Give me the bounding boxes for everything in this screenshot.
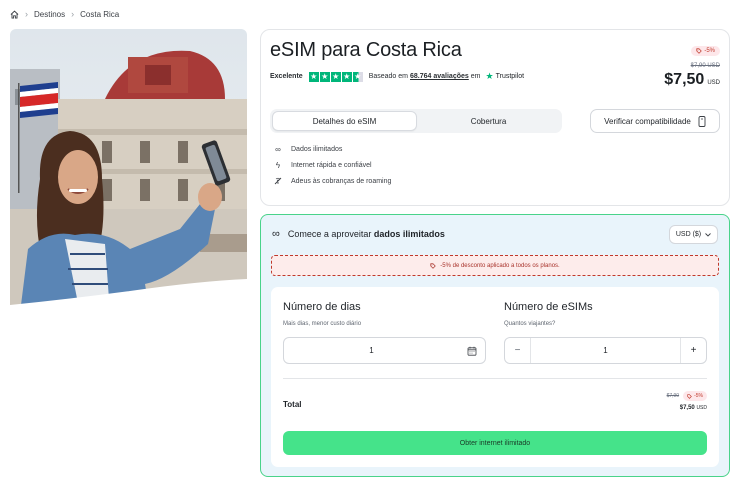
esims-hint: Quantos viajantes?: [504, 321, 556, 327]
rating-label: Excelente: [270, 73, 303, 80]
discount-badge: -5%: [691, 46, 720, 56]
feature-text: Dados ilimitados: [291, 145, 343, 153]
infinity-icon: ∞: [272, 228, 280, 240]
review-prefix: Baseado em: [368, 73, 408, 80]
trustpilot-logo[interactable]: ★ Trustpilot: [486, 71, 525, 82]
breadcrumb: › Destinos › Costa Rica: [10, 8, 119, 20]
breadcrumb-item-current: Costa Rica: [80, 9, 120, 19]
total-discount-text: -5%: [694, 393, 703, 399]
total-price-amount: $7,50: [679, 405, 695, 411]
infinity-icon: ∞: [275, 144, 281, 154]
esims-label: Número de eSIMs: [504, 301, 593, 313]
days-input[interactable]: 1: [283, 337, 486, 364]
rating-row: Excelente ★ ★ ★ ★ ★ Baseado em 68.764 av…: [270, 71, 524, 82]
chevron-right-icon: ›: [25, 9, 28, 19]
esims-quantity-stepper: − 1 +: [504, 337, 707, 364]
feature-item: ∞ Dados ilimitados: [273, 141, 391, 157]
hero-image: [10, 29, 247, 313]
currency-select[interactable]: USD ($): [669, 225, 718, 244]
star-icon: ★: [308, 71, 319, 82]
chevron-down-icon: [705, 232, 711, 237]
order-heading: ∞ Comece a aproveitar dados ilimitados: [272, 228, 445, 240]
promo-banner: -5% de desconto aplicado a todos os plan…: [271, 255, 719, 276]
trustpilot-star-icon: ★: [485, 71, 494, 81]
review-suffix: em: [470, 73, 481, 80]
order-heading-prefix: Comece a aproveitar: [287, 229, 372, 239]
divider: [283, 378, 707, 379]
esims-value[interactable]: 1: [531, 346, 680, 355]
tab-coverage[interactable]: Cobertura: [417, 111, 560, 131]
tab-esim-details[interactable]: Detalhes do eSIM: [272, 111, 417, 131]
price-amount: $7,50: [664, 71, 705, 88]
tag-icon: [696, 48, 703, 54]
feature-item: Adeus às cobranças de roaming: [273, 173, 391, 189]
price-currency: USD: [707, 80, 720, 86]
phone-check-icon: [698, 115, 706, 127]
star-icon: ★: [341, 71, 352, 82]
star-rating: ★ ★ ★ ★ ★: [308, 71, 363, 82]
lightning-icon: ϟ: [275, 160, 281, 170]
product-tabs: Detalhes do eSIM Cobertura: [270, 109, 562, 133]
days-value: 1: [369, 346, 374, 355]
half-star-icon: ★: [352, 71, 363, 82]
review-count-link[interactable]: 68.764 avaliações: [410, 73, 469, 80]
check-compatibility-label: Verificar compatibilidade: [604, 116, 691, 126]
currency-select-value: USD ($): [675, 231, 702, 238]
chevron-right-icon: ›: [71, 9, 75, 19]
increment-button[interactable]: +: [680, 338, 706, 363]
product-card: eSIM para Costa Rica Excelente ★ ★ ★ ★ ★…: [260, 29, 730, 206]
total-price-currency: USD: [696, 405, 707, 411]
order-heading-text: Comece a aproveitar dados ilimitados: [288, 229, 445, 239]
check-compatibility-button[interactable]: Verificar compatibilidade: [590, 109, 720, 133]
order-card: ∞ Comece a aproveitar dados ilimitados U…: [260, 214, 730, 477]
calendar-icon: [459, 346, 485, 356]
total-old-price: $7,90: [666, 393, 680, 399]
total-label: Total: [283, 400, 302, 409]
feature-item: ϟ Internet rápida e confiável: [273, 157, 391, 173]
price-box: -5% $7,90 USD $7,50 USD: [660, 41, 720, 89]
star-icon: ★: [319, 71, 330, 82]
tag-icon: [430, 262, 437, 269]
order-heading-bold: dados ilimitados: [373, 229, 445, 239]
star-icon: ★: [330, 71, 341, 82]
tag-icon: [687, 393, 692, 399]
days-hint: Mais dias, menor custo diário: [283, 321, 362, 327]
total-price: $7,50 USD: [667, 405, 707, 411]
promo-text: -5% de desconto aplicado a todos os plan…: [440, 262, 560, 269]
page-title: eSIM para Costa Rica: [270, 39, 462, 61]
get-internet-button[interactable]: Obter internet ilimitado: [283, 431, 707, 455]
old-price: $7,90 USD: [690, 63, 720, 69]
days-label: Número de dias: [283, 301, 361, 313]
discount-badge-text: -5%: [704, 48, 715, 54]
total-price-box: $7,90 -5% $7,50 USD: [667, 391, 707, 411]
plan-config-panel: Número de dias Mais dias, menor custo di…: [271, 287, 719, 467]
current-price: $7,50 USD: [660, 71, 720, 89]
decrement-button[interactable]: −: [505, 338, 531, 363]
feature-text: Internet rápida e confiável: [291, 161, 372, 169]
trustpilot-label: Trustpilot: [495, 73, 525, 80]
no-roaming-icon: [273, 177, 283, 185]
feature-text: Adeus às cobranças de roaming: [291, 177, 392, 185]
feature-list: ∞ Dados ilimitados ϟ Internet rápida e c…: [273, 141, 391, 189]
breadcrumb-item-destinos[interactable]: Destinos: [34, 10, 65, 19]
total-discount-badge: -5%: [683, 391, 707, 401]
home-icon[interactable]: [10, 10, 19, 19]
